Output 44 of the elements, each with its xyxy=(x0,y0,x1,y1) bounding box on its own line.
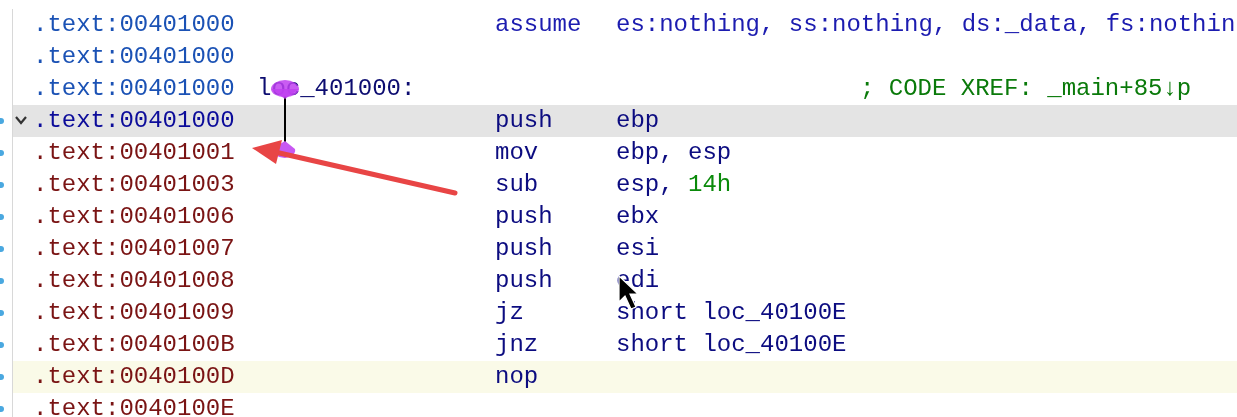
mnemonic-text: push xyxy=(495,234,554,264)
listing-row[interactable]: .text:00401009 jz short loc_40100E xyxy=(13,297,1237,329)
address-text: .text:00401003 xyxy=(33,170,236,200)
listing-row[interactable]: .text:00401001 mov ebp, esp xyxy=(13,137,1237,169)
mnemonic-text: sub xyxy=(495,170,540,200)
operands-text: esp, 14h xyxy=(616,170,732,200)
operands-text: es:nothing, ss:nothing, ds:_data, fs:nothin xyxy=(616,10,1236,40)
listing-row[interactable]: .text:00401003 sub esp, 14h xyxy=(13,169,1237,201)
listing-row[interactable]: .text:0040100B jnz short loc_40100E xyxy=(13,329,1237,361)
operands-text: ebp, esp xyxy=(616,138,732,168)
mnemonic-text: jz xyxy=(495,298,525,328)
address-text: .text:00401007 xyxy=(33,234,236,264)
address-text: .text:00401009 xyxy=(33,298,236,328)
address-text: .text:0040100E xyxy=(33,394,236,417)
mnemonic-text: push xyxy=(495,266,554,296)
listing-row[interactable]: .text:00401000 xyxy=(13,41,1237,73)
operands-text: short loc_40100E xyxy=(616,330,847,360)
address-text: .text:00401001 xyxy=(33,138,236,168)
listing-row[interactable]: .text:00401000 assume es:nothing, ss:nothing, ds:_data, fs:nothin xyxy=(13,9,1237,41)
selected-row[interactable]: .text:00401000 push ebp xyxy=(13,105,1237,137)
comment-text: ; CODE XREF: _main+85↓p xyxy=(859,74,1192,104)
mnemonic-text: push xyxy=(495,106,554,136)
operands-text: ebp xyxy=(616,106,660,136)
listing-row[interactable]: .text:00401007 push esi xyxy=(13,233,1237,265)
address-text: .text:0040100D xyxy=(33,362,236,392)
mnemonic-text: mov xyxy=(495,138,540,168)
address-text: .text:00401000 xyxy=(33,42,236,72)
listing-row[interactable]: .text:00401006 push ebx xyxy=(13,201,1237,233)
mnemonic-text: jnz xyxy=(495,330,540,360)
address-text: .text:00401000 xyxy=(33,106,236,136)
mnemonic-text: assume xyxy=(495,10,583,40)
address-text: .text:0040100B xyxy=(33,330,236,360)
operands-text: short loc_40100E xyxy=(616,298,847,328)
listing-row[interactable]: .text:0040100E xyxy=(13,393,1237,417)
operands-text: esi xyxy=(616,234,660,264)
address-text: .text:00401006 xyxy=(33,202,236,232)
address-text: .text:00401000 xyxy=(33,74,236,104)
chevron-icon[interactable] xyxy=(14,114,28,126)
highlighted-row[interactable]: .text:0040100D nop xyxy=(13,361,1237,393)
address-text: .text:00401008 xyxy=(33,266,236,296)
address-text: .text:00401000 xyxy=(33,10,236,40)
operands-text: ebx xyxy=(616,202,660,232)
mnemonic-text: push xyxy=(495,202,554,232)
mnemonic-text: nop xyxy=(495,362,540,392)
